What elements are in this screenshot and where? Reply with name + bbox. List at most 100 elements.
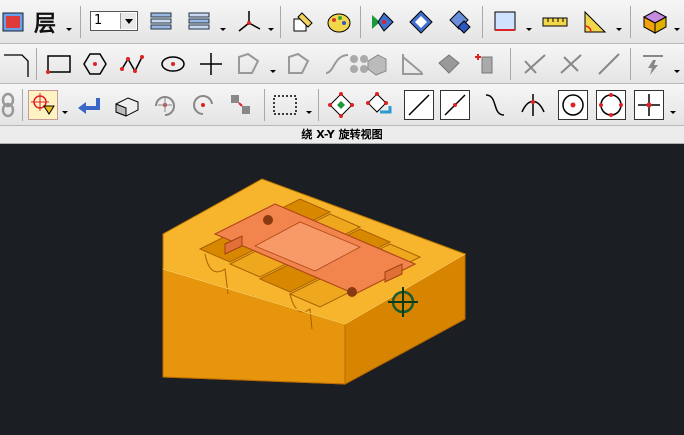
snap-dropdown[interactable] [670, 90, 676, 120]
select-all-icon [328, 92, 354, 118]
cross-point-icon [638, 94, 660, 116]
rotate-back-button[interactable] [188, 90, 218, 120]
solid-button[interactable] [434, 49, 464, 79]
layer-label: 层 [33, 12, 56, 37]
toolbar-row-3 [0, 84, 684, 126]
intersect-button[interactable] [518, 90, 548, 120]
layer-group-dropdown[interactable] [220, 7, 226, 37]
quadrant-icon [599, 93, 623, 117]
axis-icon [238, 11, 261, 32]
layer-group-icon [188, 12, 210, 30]
graphics-viewport[interactable] [0, 144, 684, 431]
undo-icon [78, 98, 100, 114]
edit-entity-button[interactable] [288, 7, 318, 37]
break-icon [598, 53, 620, 75]
layer-button[interactable]: 层 [30, 7, 60, 37]
undo-button[interactable] [74, 90, 104, 120]
view-ramp-button[interactable] [406, 7, 436, 37]
trim-extend-icon [643, 55, 663, 75]
select-dropdown[interactable] [62, 90, 68, 120]
center-point-icon [562, 94, 584, 116]
shaded-cube-dropdown[interactable] [674, 7, 680, 37]
dots-pattern-button[interactable] [330, 49, 368, 79]
fit-view-button[interactable] [0, 7, 30, 37]
quadrant-button[interactable] [596, 90, 626, 120]
extrude-button[interactable] [472, 49, 502, 79]
paint-button[interactable] [324, 7, 354, 37]
select-all-button[interactable] [326, 90, 356, 120]
curve-sel-icon [485, 94, 505, 116]
view-steps-icon [449, 10, 471, 34]
chamfer-line-button[interactable] [2, 49, 32, 79]
analyze-angle-button[interactable] [580, 7, 610, 37]
rotate-icon [155, 96, 175, 116]
shaded-cube-button[interactable] [640, 7, 670, 37]
layer-select-value: 1 [94, 13, 103, 28]
offset-contour-button[interactable] [284, 49, 314, 79]
rectangle-icon [46, 55, 71, 74]
analyze-angle-icon [584, 10, 607, 33]
edit-entity-icon [293, 12, 313, 32]
solid-icon [438, 54, 460, 74]
view-status-bar: 绕 X-Y 旋转视图 [0, 126, 684, 144]
translate-icon [231, 95, 250, 114]
rotate-back-icon [193, 95, 213, 115]
curve-sel-button[interactable] [480, 90, 510, 120]
view-ramp-icon [409, 10, 433, 34]
layer-list-icon [150, 12, 172, 30]
window-select-dropdown[interactable] [306, 90, 312, 120]
screen-grid-dropdown[interactable] [526, 7, 532, 37]
point-button[interactable] [196, 49, 226, 79]
rectangle-button[interactable] [44, 49, 74, 79]
center-point-button[interactable] [558, 90, 588, 120]
toolbar-row-2 [0, 44, 684, 84]
cross-point-button[interactable] [634, 90, 664, 120]
forward-view-button[interactable] [368, 7, 398, 37]
window-select-icon [273, 95, 297, 115]
ellipse-icon [161, 56, 185, 72]
trim-extend-dropdown[interactable] [674, 49, 680, 79]
analyze-dropdown[interactable] [616, 7, 622, 37]
measure-button[interactable] [540, 7, 570, 37]
solid-shade-icon [115, 97, 139, 117]
offset-contour-icon [288, 52, 310, 74]
rotate-button[interactable] [150, 90, 180, 120]
point-icon [200, 53, 222, 75]
line-sel-icon [408, 94, 430, 116]
chain-button[interactable] [0, 90, 20, 120]
layer-list-button[interactable] [146, 7, 176, 37]
diag-line-button[interactable] [440, 90, 470, 120]
diag-line-icon [444, 94, 466, 116]
modify-line-icon [524, 54, 546, 74]
line-sel-button[interactable] [404, 90, 434, 120]
trim-extend-button[interactable] [638, 49, 668, 79]
boundary-button[interactable] [234, 49, 264, 79]
translate-button[interactable] [226, 90, 256, 120]
window-select-button[interactable] [270, 90, 300, 120]
axis-dropdown[interactable] [268, 7, 274, 37]
surface-icon [367, 54, 387, 76]
toggle-select-button[interactable] [364, 90, 394, 120]
axis-button[interactable] [234, 7, 264, 37]
trim-button[interactable] [398, 49, 428, 79]
ellipse-button[interactable] [158, 49, 188, 79]
screen-grid-icon [494, 11, 516, 31]
layer-select[interactable]: 1 [90, 11, 138, 31]
spline-button[interactable] [118, 49, 148, 79]
intersect-icon [521, 94, 545, 116]
chevron-down-icon [120, 13, 136, 29]
view-steps-button[interactable] [444, 7, 474, 37]
screen-grid-button[interactable] [490, 7, 520, 37]
layer-group-button[interactable] [184, 7, 214, 37]
break-button[interactable] [594, 49, 624, 79]
boundary-dropdown[interactable] [270, 49, 276, 79]
polygon-button[interactable] [80, 49, 110, 79]
divide-button[interactable] [556, 49, 586, 79]
surface-button[interactable] [362, 49, 392, 79]
layer-dropdown[interactable] [66, 7, 72, 37]
forward-view-icon [372, 12, 394, 32]
solid-shade-button[interactable] [112, 90, 142, 120]
part-model [162, 178, 467, 385]
modify-line-button[interactable] [520, 49, 550, 79]
select-button[interactable] [28, 90, 58, 120]
